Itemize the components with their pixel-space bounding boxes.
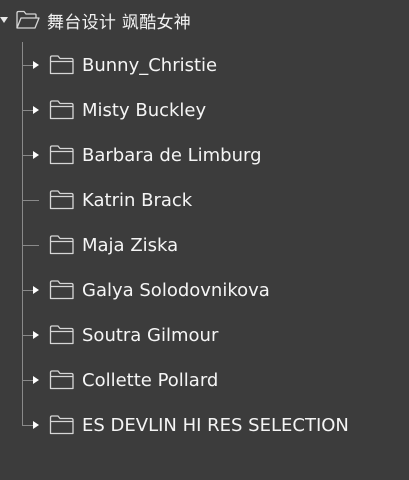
folder-label: Katrin Brack bbox=[82, 189, 193, 211]
tree-node[interactable]: Galya Solodovnikova bbox=[22, 278, 270, 302]
folder-label: Collette Pollard bbox=[82, 369, 219, 391]
tree-branch-line bbox=[22, 199, 33, 201]
tree-branch-line bbox=[22, 244, 33, 246]
folder-label: Bunny_Christie bbox=[82, 54, 218, 76]
expand-arrow-icon[interactable] bbox=[33, 376, 39, 384]
expand-arrow-icon[interactable] bbox=[0, 17, 8, 23]
folder-label: Soutra Gilmour bbox=[82, 324, 219, 346]
folder-label: ES DEVLIN HI RES SELECTION bbox=[82, 414, 349, 436]
folder-icon bbox=[49, 99, 75, 121]
tree-branch-line bbox=[22, 379, 33, 381]
folder-open-icon bbox=[15, 9, 41, 31]
folder-icon bbox=[49, 369, 75, 391]
tree-node[interactable]: Katrin Brack bbox=[22, 188, 192, 212]
expand-arrow-icon[interactable] bbox=[33, 331, 39, 339]
folder-icon bbox=[49, 189, 75, 211]
folder-icon bbox=[49, 414, 75, 436]
folder-tree: 舞台设计 飒酷女神 Bunny_Christie Misty Buckley B… bbox=[0, 0, 409, 480]
tree-node[interactable]: Collette Pollard bbox=[22, 368, 218, 392]
tree-node-root[interactable]: 舞台设计 飒酷女神 bbox=[0, 7, 191, 33]
root-folder-label: 舞台设计 飒酷女神 bbox=[47, 12, 192, 33]
folder-icon bbox=[49, 279, 75, 301]
tree-branch-line bbox=[22, 334, 33, 336]
tree-node[interactable]: Bunny_Christie bbox=[22, 53, 217, 77]
folder-label: Misty Buckley bbox=[82, 99, 207, 121]
tree-branch-line bbox=[22, 154, 33, 156]
tree-branch-line bbox=[33, 244, 39, 246]
expand-arrow-icon[interactable] bbox=[33, 61, 39, 69]
tree-node[interactable]: ES DEVLIN HI RES SELECTION bbox=[22, 413, 349, 437]
folder-icon bbox=[49, 54, 75, 76]
tree-node[interactable]: Soutra Gilmour bbox=[22, 323, 218, 347]
tree-node[interactable]: Maja Ziska bbox=[22, 233, 178, 257]
folder-label: Maja Ziska bbox=[82, 234, 179, 256]
expand-arrow-icon[interactable] bbox=[33, 421, 39, 429]
tree-branch-line bbox=[22, 109, 33, 111]
tree-branch-line bbox=[22, 64, 33, 66]
folder-icon bbox=[49, 324, 75, 346]
folder-label: Galya Solodovnikova bbox=[82, 279, 270, 301]
tree-node[interactable]: Barbara de Limburg bbox=[22, 143, 262, 167]
folder-icon bbox=[49, 144, 75, 166]
folder-label: Barbara de Limburg bbox=[82, 144, 262, 166]
tree-branch-line bbox=[22, 424, 33, 426]
expand-arrow-icon[interactable] bbox=[33, 286, 39, 294]
tree-node[interactable]: Misty Buckley bbox=[22, 98, 206, 122]
folder-icon bbox=[49, 234, 75, 256]
tree-branch-line bbox=[22, 289, 33, 291]
expand-arrow-icon[interactable] bbox=[33, 106, 39, 114]
tree-branch-line bbox=[33, 199, 39, 201]
expand-arrow-icon[interactable] bbox=[33, 151, 39, 159]
